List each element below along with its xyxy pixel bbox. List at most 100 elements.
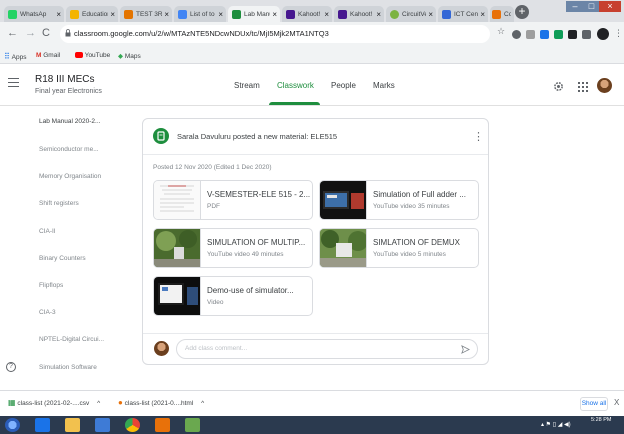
tab-title: CircuitVe [402,10,427,18]
browser-tab[interactable]: Education × [66,6,118,22]
bookmark-maps[interactable]: ◆ Maps [118,52,141,60]
account-avatar[interactable] [597,78,612,93]
tab-close-button[interactable]: × [110,10,115,19]
browser-tab-active[interactable]: Lab Manu × [228,6,280,22]
attachment-title: Simulation of Full adder ... [373,190,466,199]
tab-marks[interactable]: Marks [373,81,395,90]
tab-close-button[interactable]: × [218,10,223,19]
browser-tab[interactable]: Kahoot! × [334,6,384,22]
browser-tab[interactable]: TEST 3RT × [120,6,172,22]
classroom-header: R18 III MECs Final year Electronics Stre… [0,64,624,106]
topic-link[interactable]: CIA-3 [39,309,56,316]
taskbar-clock[interactable]: 5:28 PM [591,417,611,424]
download-item[interactable]: ▦ class-list (2021-02-....csv ^ [8,398,100,407]
back-icon[interactable]: ← [7,27,18,39]
window-close-button[interactable]: × [599,1,621,12]
pdf-thumbnail [154,181,201,219]
class-comment-input[interactable]: Add class comment... [176,339,478,359]
browser-tab[interactable]: List of to × [174,6,226,22]
education-icon [70,9,79,19]
download-item[interactable]: ● class-list (2021-0....html ^ [118,398,204,407]
windows-taskbar: ▴ ⚑ ▯ ◢ ◀) 5:28 PM [0,416,624,434]
system-tray[interactable]: ▴ ⚑ ▯ ◢ ◀) [541,421,571,428]
tab-close-button[interactable]: × [56,10,61,19]
video-thumbnail [320,229,367,267]
topic-link[interactable]: Lab Manual 2020-2... [39,118,100,125]
bookmark-star-icon[interactable]: ☆ [497,26,505,37]
ie-icon[interactable] [35,418,50,432]
tab-people[interactable]: People [331,81,356,90]
tab-title: List of to [190,10,215,18]
attachment-video[interactable]: Simulation of Full adder ... YouTube vid… [319,180,479,220]
extension-icon[interactable] [512,30,521,39]
app-icon[interactable] [155,418,170,432]
card-header[interactable]: Sarala Davuluru posted a new material: E… [143,119,488,155]
download-options-icon[interactable]: ^ [201,400,204,407]
attachment-video[interactable]: SIMULATION OF MULTIP... YouTube video 49… [153,228,313,268]
browser-tab[interactable]: Kahoot! × [282,6,332,22]
bookmark-gmail[interactable]: M Gmail [36,52,60,59]
bookmark-youtube[interactable]: YouTube [75,52,110,59]
new-tab-button[interactable]: + [515,5,529,19]
tab-close-button[interactable]: × [164,10,169,19]
topic-link[interactable]: Shift registers [39,200,79,207]
tab-close-button[interactable]: × [428,10,433,19]
class-title[interactable]: R18 III MECs [35,74,94,85]
app-icon[interactable] [185,418,200,432]
topic-link[interactable]: NPTEL-Digital Circui... [39,336,104,343]
browser-tab[interactable]: ICT Cent × [438,6,488,22]
show-all-downloads-button[interactable]: Show all [580,397,608,411]
extension-icon[interactable] [540,30,549,39]
extension-icon[interactable] [554,30,563,39]
reload-icon[interactable]: C [42,27,50,39]
extension-icon[interactable] [526,30,535,39]
topic-link[interactable]: Memory Organisation [39,173,101,180]
window-maximize-button[interactable]: □ [584,1,599,12]
bookmark-apps[interactable]: ⠿ Apps [4,52,27,61]
tab-close-button[interactable]: × [324,10,329,19]
chrome-icon[interactable] [125,418,140,432]
tab-close-button[interactable]: × [376,10,381,19]
browser-tab[interactable]: WhatsAp × [4,6,64,22]
attachment-video[interactable]: SIMLATION OF DEMUX YouTube video 5 minut… [319,228,479,268]
topic-link[interactable]: Flipflops [39,282,63,289]
help-icon[interactable]: ? [6,362,16,372]
media-player-icon[interactable] [95,418,110,432]
tab-title: Lab Manu [244,10,271,18]
profile-icon[interactable] [597,28,609,40]
browser-tab[interactable]: Course | [490,6,514,22]
topic-link[interactable]: Simulation Software [39,364,97,371]
reading-list-icon[interactable] [582,30,591,39]
tab-close-button[interactable]: × [480,10,485,19]
file-explorer-icon[interactable] [65,418,80,432]
tab-stream[interactable]: Stream [234,81,260,90]
bookmarks-bar: ⠿ Apps M Gmail YouTube ◆ Maps [0,48,624,64]
google-apps-icon[interactable] [578,82,588,92]
youtube-icon [75,52,83,59]
topic-link[interactable]: CIA-II [39,228,56,235]
window-minimize-button[interactable]: – [566,1,584,12]
attachment-meta: YouTube video 35 minutes [373,203,450,210]
tab-title: ICT Cent [454,10,479,18]
url-field[interactable]: classroom.google.com/u/2/w/MTAzNTE5NDcwN… [60,25,490,43]
tab-classwork[interactable]: Classwork [277,81,314,90]
start-icon[interactable] [5,418,20,432]
send-icon[interactable] [461,345,470,354]
browser-menu-icon[interactable]: ⋮ [614,28,623,39]
tab-title: Kahoot! [298,10,321,18]
download-options-icon[interactable]: ^ [97,400,100,407]
tab-close-button[interactable]: × [272,10,277,19]
browser-tab[interactable]: CircuitVe × [386,6,436,22]
main-menu-icon[interactable] [8,78,19,87]
topic-link[interactable]: Binary Counters [39,255,86,262]
forward-icon[interactable]: → [25,27,36,39]
close-shelf-icon[interactable]: X [614,398,619,407]
extension-icon[interactable] [568,30,577,39]
attachment-pdf[interactable]: V-SEMESTER-ELE 515 - 2... PDF [153,180,313,220]
attachment-video[interactable]: Demo-use of simulator... Video [153,276,313,316]
download-shelf: ▦ class-list (2021-02-....csv ^ ● class-… [0,390,624,416]
topic-link[interactable]: Semiconductor me... [39,146,99,153]
gear-icon[interactable] [553,81,564,92]
more-options-icon[interactable]: ⋮ [473,130,484,143]
url-text: classroom.google.com/u/2/w/MTAzNTE5NDcwN… [74,29,329,38]
